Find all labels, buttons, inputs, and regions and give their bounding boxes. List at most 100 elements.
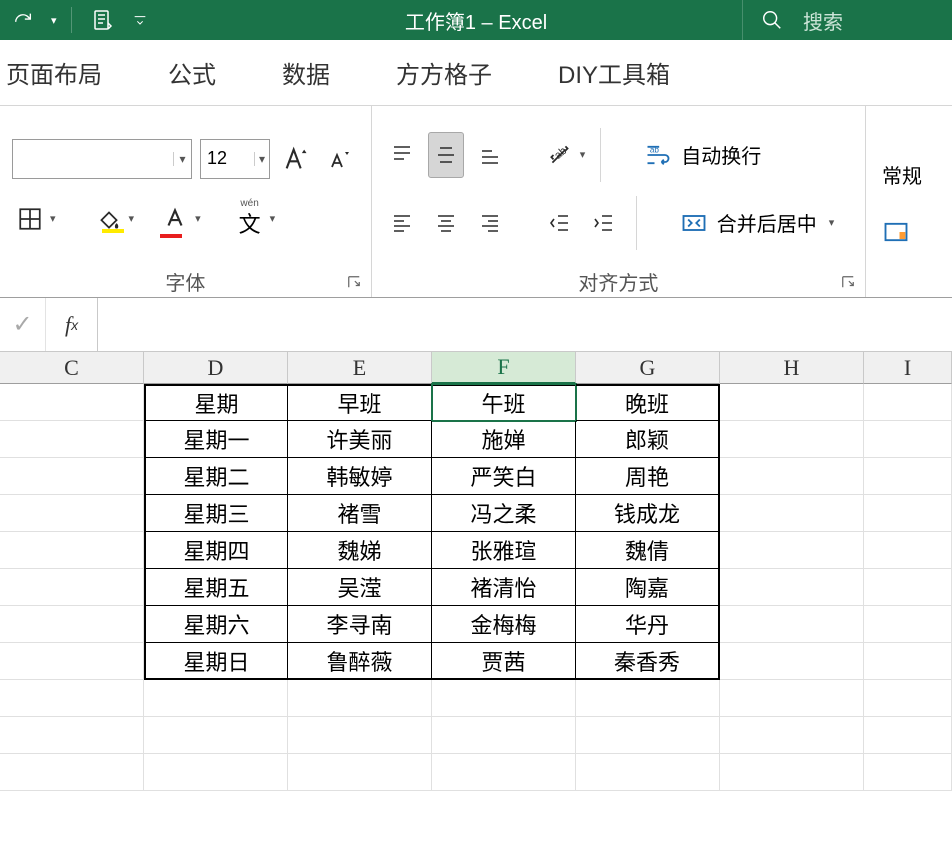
font-dialog-launcher[interactable] [347,275,363,291]
cell[interactable] [720,680,864,717]
tab-data[interactable]: 数据 [276,55,336,90]
borders-dropdown[interactable]: ▾ [50,212,56,225]
fill-color-dropdown[interactable]: ▾ [129,212,135,225]
font-size-input[interactable] [201,148,254,169]
align-right-button[interactable] [472,200,508,246]
tab-page-layout[interactable]: 页面布局 [0,55,108,90]
fill-color-button[interactable]: ▾ [91,196,136,242]
cell[interactable] [144,717,288,754]
cell[interactable] [720,532,864,569]
column-header-F[interactable]: F [432,352,576,384]
cell[interactable] [576,754,720,791]
column-header-H[interactable]: H [720,352,864,384]
font-name-input[interactable] [13,148,173,169]
cell[interactable] [864,643,952,680]
align-middle-button[interactable] [428,132,464,178]
redo-button[interactable] [6,3,40,37]
cell[interactable] [288,754,432,791]
font-name-combo[interactable]: ▾ [12,139,192,179]
save-button[interactable] [86,3,120,37]
cell[interactable]: 星期五 [144,569,288,606]
cell[interactable]: 郎颖 [576,421,720,458]
cell[interactable] [576,717,720,754]
cell[interactable] [720,384,864,421]
cell[interactable] [720,495,864,532]
orientation-button[interactable]: ab▾ [542,132,587,178]
cell[interactable]: 鲁醉薇 [288,643,432,680]
cell[interactable] [0,606,144,643]
cell[interactable]: 褚雪 [288,495,432,532]
alignment-dialog-launcher[interactable] [841,275,857,291]
align-bottom-button[interactable] [472,132,508,178]
cell[interactable] [720,606,864,643]
align-center-button[interactable] [428,200,464,246]
cell[interactable] [720,754,864,791]
formula-input[interactable] [98,298,952,351]
cell[interactable]: 星期一 [144,421,288,458]
font-name-dropdown[interactable]: ▾ [173,152,191,166]
font-size-dropdown[interactable]: ▾ [254,152,269,166]
qat-customize-button[interactable] [128,3,152,37]
cell[interactable]: 星期二 [144,458,288,495]
cell[interactable] [864,717,952,754]
cell[interactable] [720,458,864,495]
decrease-font-button[interactable] [322,136,358,182]
cell[interactable]: 严笑白 [432,458,576,495]
column-header-E[interactable]: E [288,352,432,384]
cell[interactable] [864,532,952,569]
cell[interactable] [144,680,288,717]
cell[interactable]: 周艳 [576,458,720,495]
cell[interactable]: 星期日 [144,643,288,680]
cell[interactable] [288,680,432,717]
insert-function-button[interactable]: fx [46,298,98,351]
wrap-text-button[interactable]: ab 自动换行 [632,128,770,182]
cell[interactable] [0,680,144,717]
cell[interactable] [720,569,864,606]
cell[interactable]: 冯之柔 [432,495,576,532]
cell[interactable] [432,680,576,717]
cell[interactable] [288,717,432,754]
cell[interactable]: 星期三 [144,495,288,532]
cell[interactable]: 魏娣 [288,532,432,569]
cell[interactable] [864,495,952,532]
cell[interactable] [864,458,952,495]
cell[interactable] [864,569,952,606]
cell[interactable] [864,680,952,717]
cell[interactable] [432,754,576,791]
cell[interactable]: 张雅瑄 [432,532,576,569]
cell[interactable]: 秦香秀 [576,643,720,680]
font-color-button[interactable]: ▾ [157,196,202,242]
cell[interactable] [0,384,144,421]
cell[interactable]: 星期四 [144,532,288,569]
cell[interactable]: 钱成龙 [576,495,720,532]
search-box[interactable]: 搜索 [742,0,952,40]
cell[interactable]: 晚班 [576,384,720,421]
tab-formulas[interactable]: 公式 [162,55,222,90]
cell[interactable] [0,569,144,606]
orientation-dropdown[interactable]: ▾ [580,148,586,161]
cell[interactable]: 李寻南 [288,606,432,643]
align-top-button[interactable] [384,132,420,178]
cell[interactable] [0,532,144,569]
cell[interactable]: 韩敏婷 [288,458,432,495]
borders-button[interactable]: ▾ [12,196,57,242]
cell[interactable] [432,717,576,754]
cell[interactable]: 华丹 [576,606,720,643]
align-left-button[interactable] [384,200,420,246]
cell[interactable] [864,421,952,458]
cell[interactable]: 许美丽 [288,421,432,458]
decrease-indent-button[interactable] [542,200,578,246]
cells-area[interactable]: 星期早班午班晚班星期一许美丽施婵郎颖星期二韩敏婷严笑白周艳星期三褚雪冯之柔钱成龙… [0,384,952,791]
cell[interactable]: 金梅梅 [432,606,576,643]
cell[interactable] [0,421,144,458]
cell[interactable]: 午班 [432,384,576,421]
cell[interactable] [720,421,864,458]
cell[interactable] [0,717,144,754]
phonetic-dropdown[interactable]: ▾ [270,212,276,225]
cell[interactable]: 星期六 [144,606,288,643]
cell[interactable] [0,643,144,680]
tab-fangfang[interactable]: 方方格子 [390,55,498,90]
merge-dropdown[interactable]: ▾ [829,216,835,229]
cell[interactable]: 星期 [144,384,288,421]
tab-diy[interactable]: DIY工具箱 [552,55,676,90]
